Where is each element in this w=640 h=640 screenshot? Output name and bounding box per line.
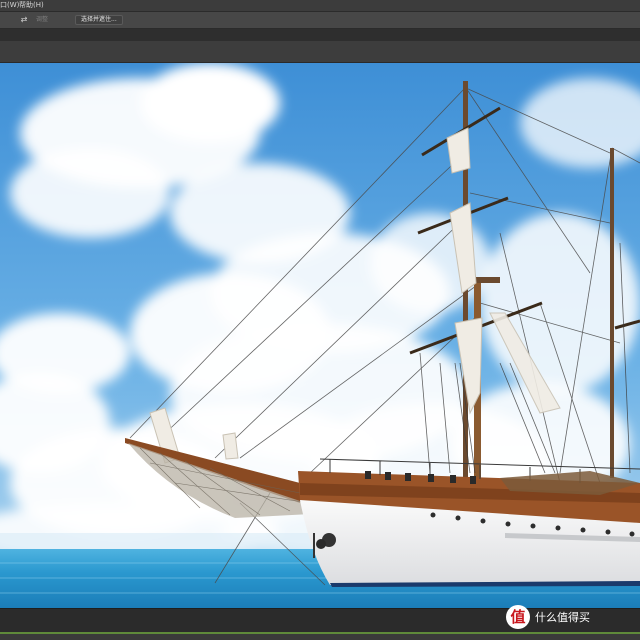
select-and-mask-button[interactable]: 选择并遮住... — [75, 15, 123, 25]
menu-item-help[interactable]: 帮助(H) — [19, 0, 44, 11]
panel-bar — [0, 41, 640, 63]
menu-bar: 口(W) 帮助(H) — [0, 0, 640, 11]
swap-arrows-icon[interactable]: ⇄ — [18, 14, 30, 26]
ship-photo — [0, 63, 640, 608]
document-tab-strip — [0, 29, 640, 41]
taskbar-accent-line — [0, 632, 640, 634]
options-bar: ⇄ 调整 选择并遮住... — [0, 11, 640, 29]
menu-item-window[interactable]: 口(W) — [0, 0, 19, 11]
watermark: 值 什么值得买 — [506, 603, 640, 631]
watermark-text: 什么值得买 — [535, 611, 590, 624]
refine-label: 调整 — [36, 16, 49, 23]
smzdm-logo-icon: 值 — [506, 605, 530, 629]
document-canvas[interactable] — [0, 63, 640, 608]
